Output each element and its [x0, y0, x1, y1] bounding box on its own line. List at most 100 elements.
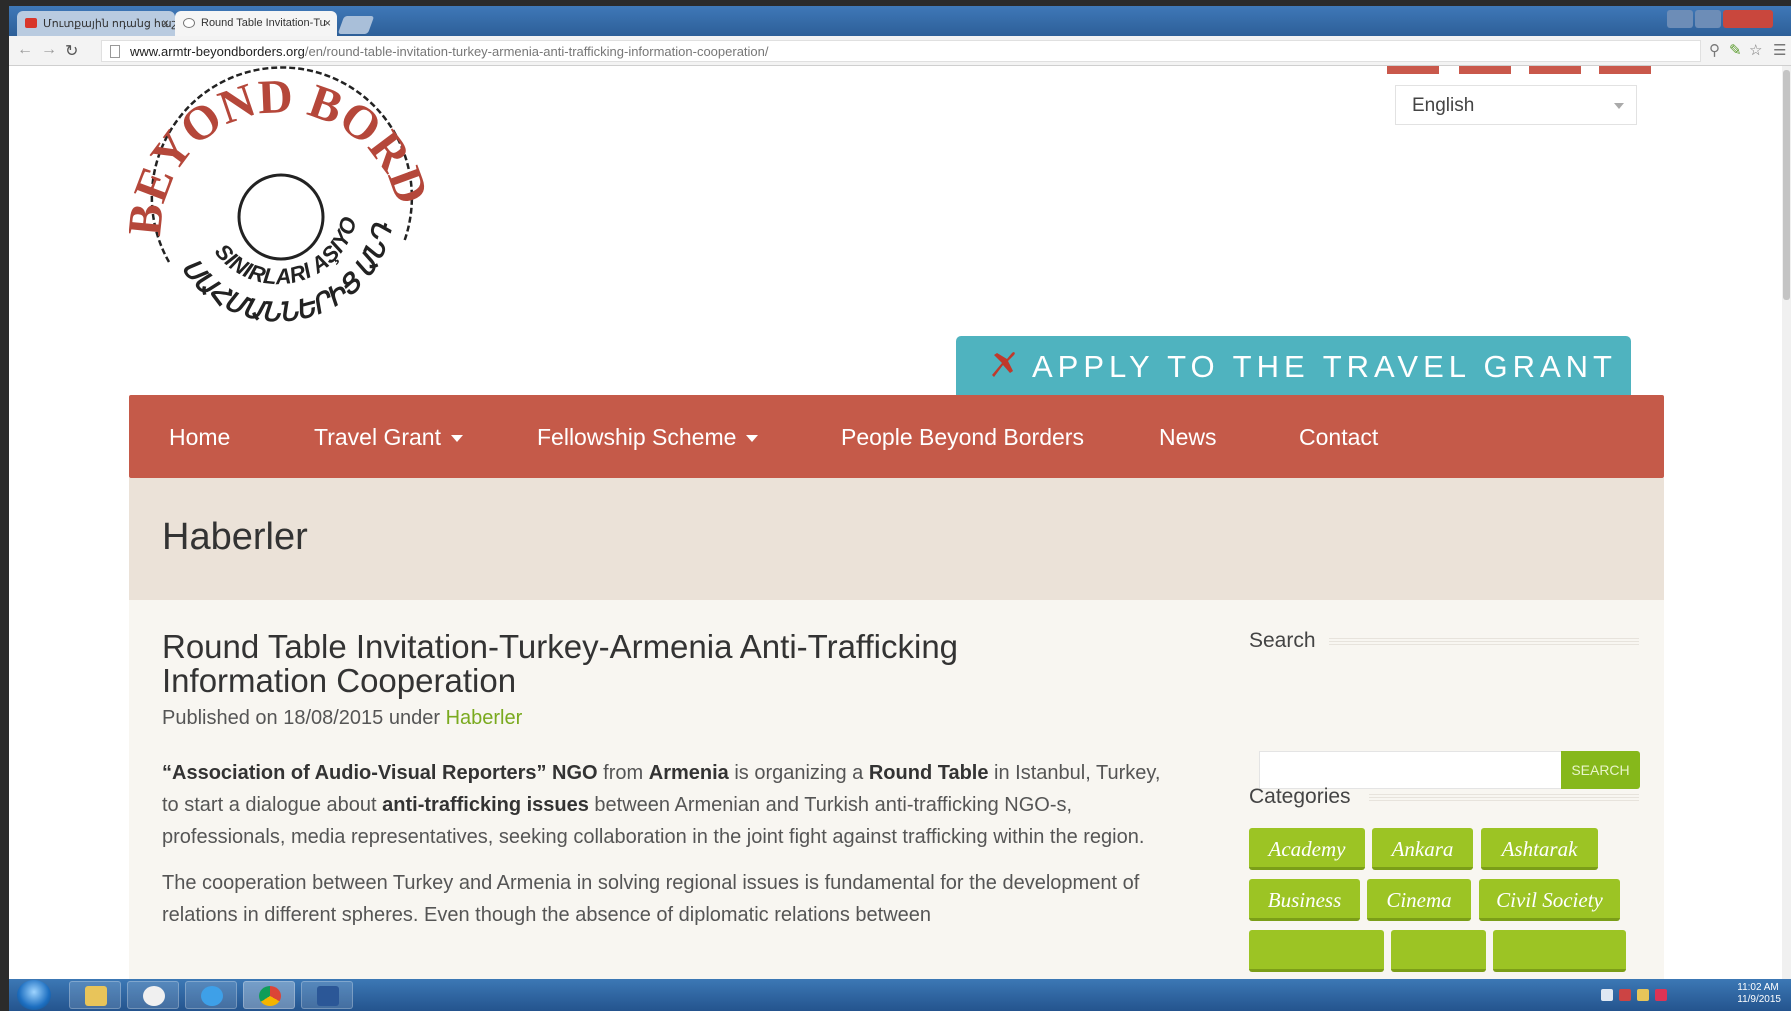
chrome-icon — [259, 986, 281, 1006]
back-arrow-icon[interactable]: ← — [17, 41, 33, 59]
url-path: /en/round-table-invitation-turkey-armeni… — [304, 44, 769, 59]
close-icon[interactable]: × — [324, 16, 331, 30]
text: from — [597, 762, 649, 784]
airplane-icon — [992, 352, 1015, 377]
nav-item-label: News — [1159, 424, 1217, 450]
internet-explorer-icon — [201, 986, 223, 1006]
category-tag[interactable] — [1391, 930, 1486, 972]
category-tag-civil-society[interactable]: Civil Society — [1479, 879, 1620, 921]
clock-date: 11/9/2015 — [1737, 994, 1781, 1005]
nav-item-contact[interactable]: Contact — [1299, 424, 1378, 451]
browser-tab-round-table[interactable]: Round Table Invitation-Tu × — [175, 11, 337, 36]
category-tag-ankara[interactable]: Ankara — [1372, 828, 1473, 870]
page-header: Haberler — [129, 478, 1664, 600]
language-select-value: English — [1412, 95, 1475, 116]
category-tag-cinema[interactable]: Cinema — [1367, 879, 1471, 921]
vertical-scrollbar[interactable] — [1782, 66, 1791, 979]
social-icon[interactable] — [1387, 66, 1439, 74]
tray-arrow-icon[interactable] — [1601, 989, 1613, 1001]
os-taskbar: 11:02 AM 11/9/2015 — [9, 979, 1791, 1011]
category-tag[interactable] — [1493, 930, 1626, 972]
taskbar-clock[interactable]: 11:02 AM 11/9/2015 — [1737, 982, 1781, 1006]
content-area: Round Table Invitation-Turkey-Armenia An… — [129, 600, 1664, 979]
taskbar-media-player[interactable] — [127, 981, 179, 1009]
tray-network-icon[interactable] — [1619, 989, 1631, 1001]
window-close-button[interactable] — [1723, 10, 1773, 28]
close-icon[interactable]: × — [162, 16, 169, 30]
social-icon[interactable] — [1599, 66, 1651, 74]
tray-antivirus-icon[interactable] — [1655, 989, 1667, 1001]
page-viewport: English BEYOND BORDERS SINIRLARI AŞIYORU… — [9, 66, 1782, 979]
nav-item-label: Contact — [1299, 424, 1379, 450]
bold-text: anti-trafficking issues — [382, 794, 589, 816]
site-logo[interactable]: BEYOND BORDERS SINIRLARI AŞIYORUZ ՍԱՀՄԱՆ… — [129, 66, 429, 352]
zoom-icon[interactable]: ⚲ — [1709, 41, 1720, 59]
bold-text: Round Table — [868, 762, 989, 784]
main-nav: Home Travel Grant Fellowship Scheme Peop… — [129, 395, 1664, 478]
nav-item-label: Fellowship Scheme — [537, 424, 737, 450]
bold-text: “Association of Audio-Visual Reporters” … — [162, 762, 598, 784]
menu-icon[interactable]: ☰ — [1773, 41, 1786, 59]
extension-icon[interactable]: ✎ — [1729, 41, 1742, 59]
tray-flag-icon[interactable] — [1637, 989, 1649, 1001]
tab-label: Մուտքային ոդանց հաշվ... — [43, 18, 175, 30]
search-button[interactable]: SEARCH — [1561, 751, 1640, 789]
nav-item-label: People Beyond Borders — [841, 424, 1084, 450]
social-icon[interactable] — [1459, 66, 1511, 74]
word-icon — [317, 986, 339, 1006]
forward-arrow-icon[interactable]: → — [41, 41, 57, 59]
nav-item-people-beyond-borders[interactable]: People Beyond Borders — [841, 424, 1084, 451]
apply-travel-grant-button[interactable]: APPLY TO THE TRAVEL GRANT — [956, 336, 1631, 397]
nav-item-travel-grant[interactable]: Travel Grant — [314, 424, 463, 451]
scrollbar-thumb[interactable] — [1783, 70, 1790, 300]
nav-item-news[interactable]: News — [1159, 424, 1217, 451]
browser-tab-bar: Մուտքային ոդանց հաշվ... × Round Table In… — [9, 6, 1791, 36]
folder-icon — [85, 986, 107, 1006]
media-player-icon — [143, 986, 165, 1006]
chevron-down-icon — [746, 435, 759, 443]
social-icon[interactable] — [1529, 66, 1581, 74]
taskbar-word[interactable] — [301, 981, 353, 1009]
new-tab-button[interactable] — [337, 16, 375, 34]
language-select[interactable]: English — [1395, 85, 1637, 125]
category-tag-business[interactable]: Business — [1249, 879, 1360, 921]
post-title: Round Table Invitation-Turkey-Armenia An… — [162, 628, 959, 699]
clock-time: 11:02 AM — [1737, 982, 1779, 993]
post-paragraph: The cooperation between Turkey and Armen… — [162, 872, 1140, 926]
browser-tab-mail[interactable]: Մուտքային ոդանց հաշվ... × — [17, 11, 175, 36]
post-date: Published on 18/08/2015 under — [162, 707, 441, 729]
taskbar-chrome[interactable] — [243, 981, 295, 1009]
chevron-down-icon — [450, 435, 463, 443]
category-tag-ashtarak[interactable]: Ashtarak — [1481, 828, 1598, 870]
start-button[interactable] — [17, 980, 51, 1010]
minimize-button[interactable] — [1667, 10, 1693, 28]
page-title: Haberler — [162, 516, 308, 558]
page-favicon-icon — [183, 18, 195, 28]
categories-heading: Categories — [1249, 785, 1351, 808]
bookmark-star-icon[interactable]: ☆ — [1749, 41, 1762, 59]
category-tag[interactable] — [1249, 930, 1384, 972]
url-domain: www.armtr-beyondborders.org — [130, 44, 305, 59]
nav-item-home[interactable]: Home — [169, 424, 230, 451]
nav-item-fellowship-scheme[interactable]: Fellowship Scheme — [537, 424, 759, 451]
category-tag-academy[interactable]: Academy — [1249, 828, 1365, 870]
reload-icon[interactable]: ↻ — [65, 41, 78, 61]
post-meta: Published on 18/08/2015 under Haberler — [162, 707, 522, 730]
post-category-link[interactable]: Haberler — [446, 707, 523, 729]
browser-toolbar: ← → ↻ www.armtr-beyondborders.org/en/rou… — [9, 36, 1791, 66]
nav-item-label: Travel Grant — [314, 424, 441, 450]
address-bar[interactable]: www.armtr-beyondborders.org/en/round-tab… — [101, 40, 1701, 62]
logo-top-text: BEYOND BORDERS — [129, 66, 429, 238]
post-paragraph: “Association of Audio-Visual Reporters” … — [162, 757, 1172, 853]
post-body: “Association of Audio-Visual Reporters” … — [162, 757, 1172, 945]
maximize-button[interactable] — [1695, 10, 1721, 28]
taskbar-explorer[interactable] — [69, 981, 121, 1009]
divider — [1369, 793, 1639, 801]
nav-item-label: Home — [169, 424, 231, 450]
system-tray-icons — [1601, 988, 1701, 1002]
search-input[interactable] — [1259, 751, 1571, 789]
page-icon — [110, 45, 120, 58]
chevron-down-icon — [1614, 103, 1624, 109]
taskbar-internet-explorer[interactable] — [185, 981, 237, 1009]
divider — [1329, 637, 1639, 645]
